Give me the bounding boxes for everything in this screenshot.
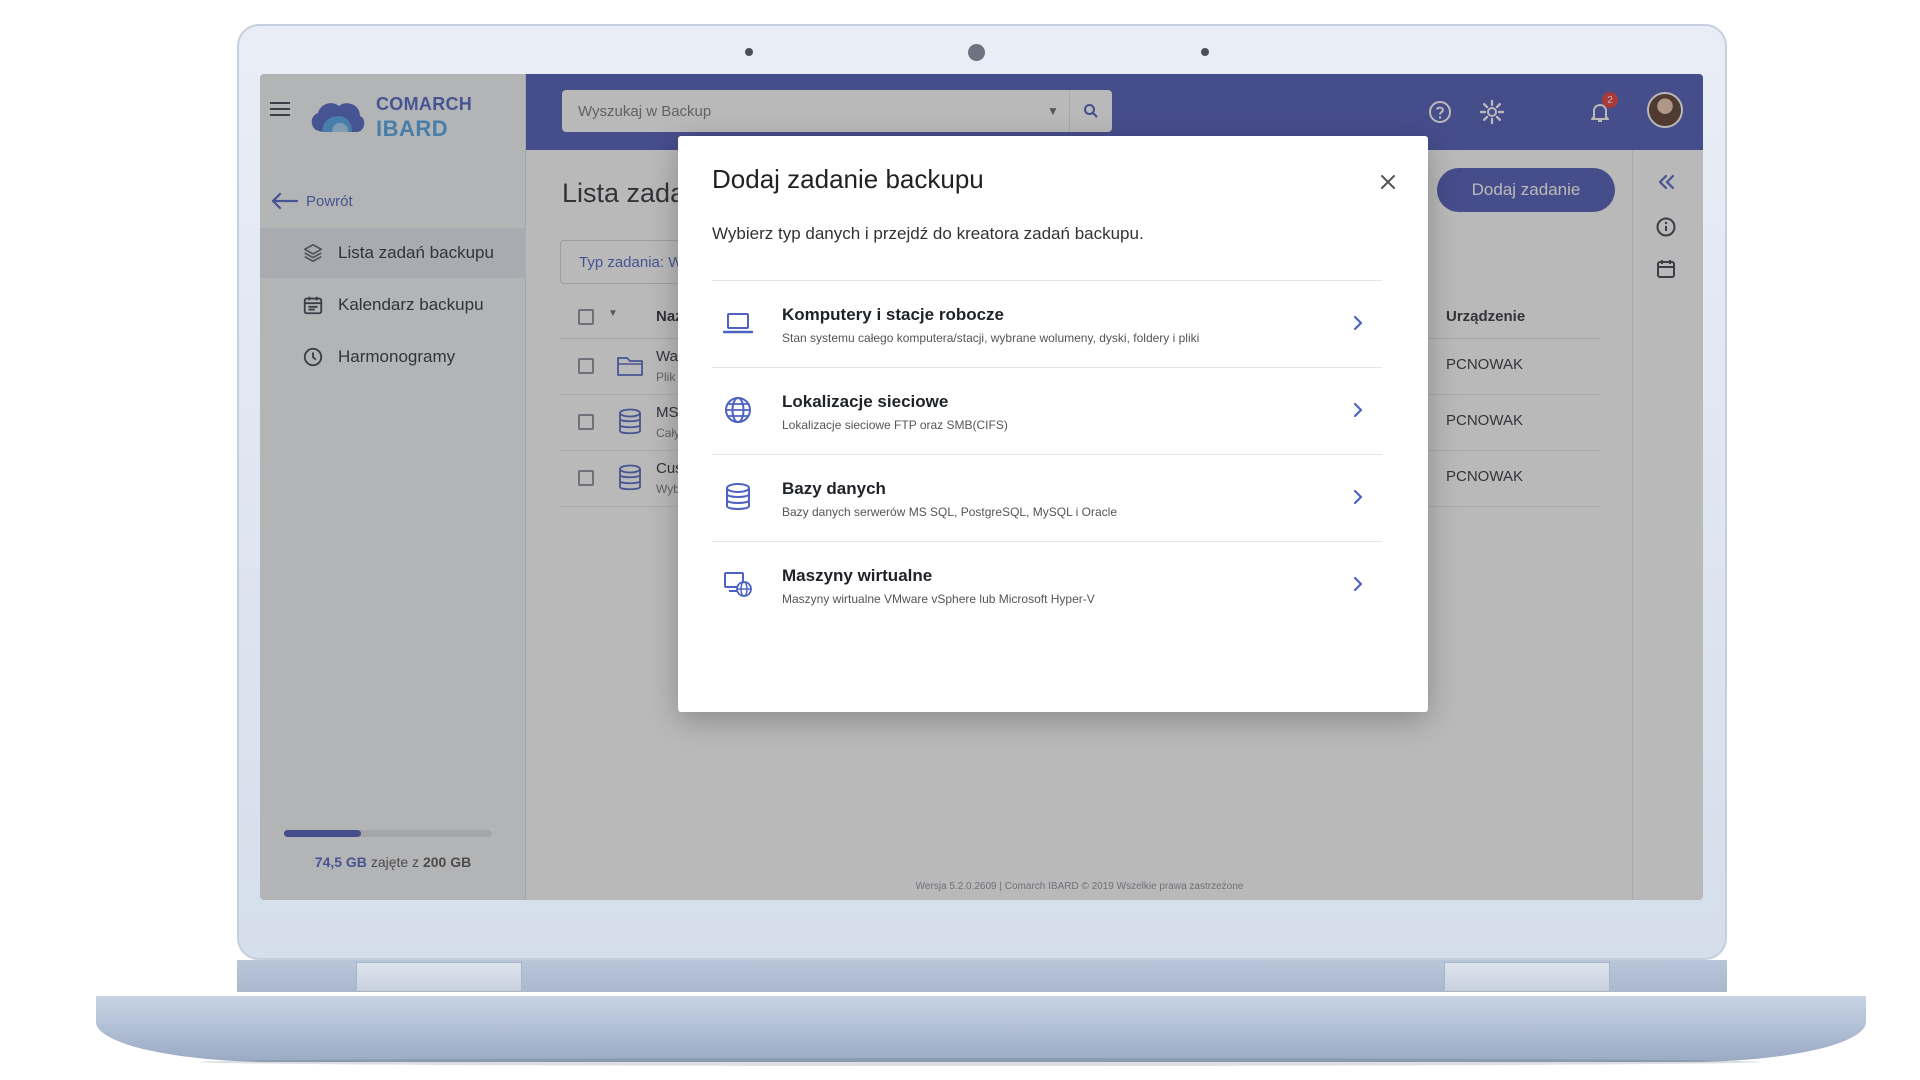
option-description: Stan systemu całego komputera/stacji, wy… — [782, 331, 1200, 345]
option-virtual-machines[interactable]: Maszyny wirtualne Maszyny wirtualne VMwa… — [712, 541, 1382, 628]
option-title: Bazy danych — [782, 479, 886, 498]
chevron-right-icon — [1353, 576, 1363, 592]
laptop-hinge — [356, 962, 522, 992]
option-computers-workstations[interactable]: Komputery i stacje robocze Stan systemu … — [712, 280, 1382, 367]
chevron-right-icon — [1353, 315, 1363, 331]
option-description: Maszyny wirtualne VMware vSphere lub Mic… — [782, 592, 1095, 606]
option-databases[interactable]: Bazy danych Bazy danych serwerów MS SQL,… — [712, 454, 1382, 541]
laptop-icon — [722, 313, 754, 334]
option-title: Maszyny wirtualne — [782, 566, 933, 585]
chevron-right-icon — [1353, 402, 1363, 418]
option-title: Lokalizacje sieciowe — [782, 392, 949, 411]
sensor-dot — [745, 48, 753, 56]
dialog-description: Wybierz typ danych i przejdź do kreatora… — [712, 224, 1144, 243]
close-button[interactable] — [1376, 170, 1400, 194]
option-description: Bazy danych serwerów MS SQL, PostgreSQL,… — [782, 505, 1118, 519]
dialog-title: Dodaj zadanie backupu — [712, 164, 984, 194]
option-title: Komputery i stacje robocze — [782, 305, 1005, 324]
option-network-locations[interactable]: Lokalizacje sieciowe Lokalizacje sieciow… — [712, 367, 1382, 454]
option-description: Lokalizacje sieciowe FTP oraz SMB(CIFS) — [782, 418, 1008, 432]
close-icon — [1381, 175, 1395, 189]
sensor-dot — [1201, 48, 1209, 56]
laptop-screen: COMARCH IBARD Powrót Lista zadań backupu… — [260, 74, 1703, 900]
laptop-hinge — [1444, 962, 1610, 992]
virtual-machine-icon — [724, 572, 752, 597]
laptop-base — [96, 996, 1866, 1062]
chevron-right-icon — [1353, 489, 1363, 505]
webcam — [968, 44, 985, 61]
laptop-shadow — [200, 1058, 1760, 1066]
database-icon — [726, 483, 750, 510]
globe-icon — [725, 397, 751, 423]
add-backup-task-dialog: Dodaj zadanie backupu Wybierz typ danych… — [678, 136, 1428, 712]
